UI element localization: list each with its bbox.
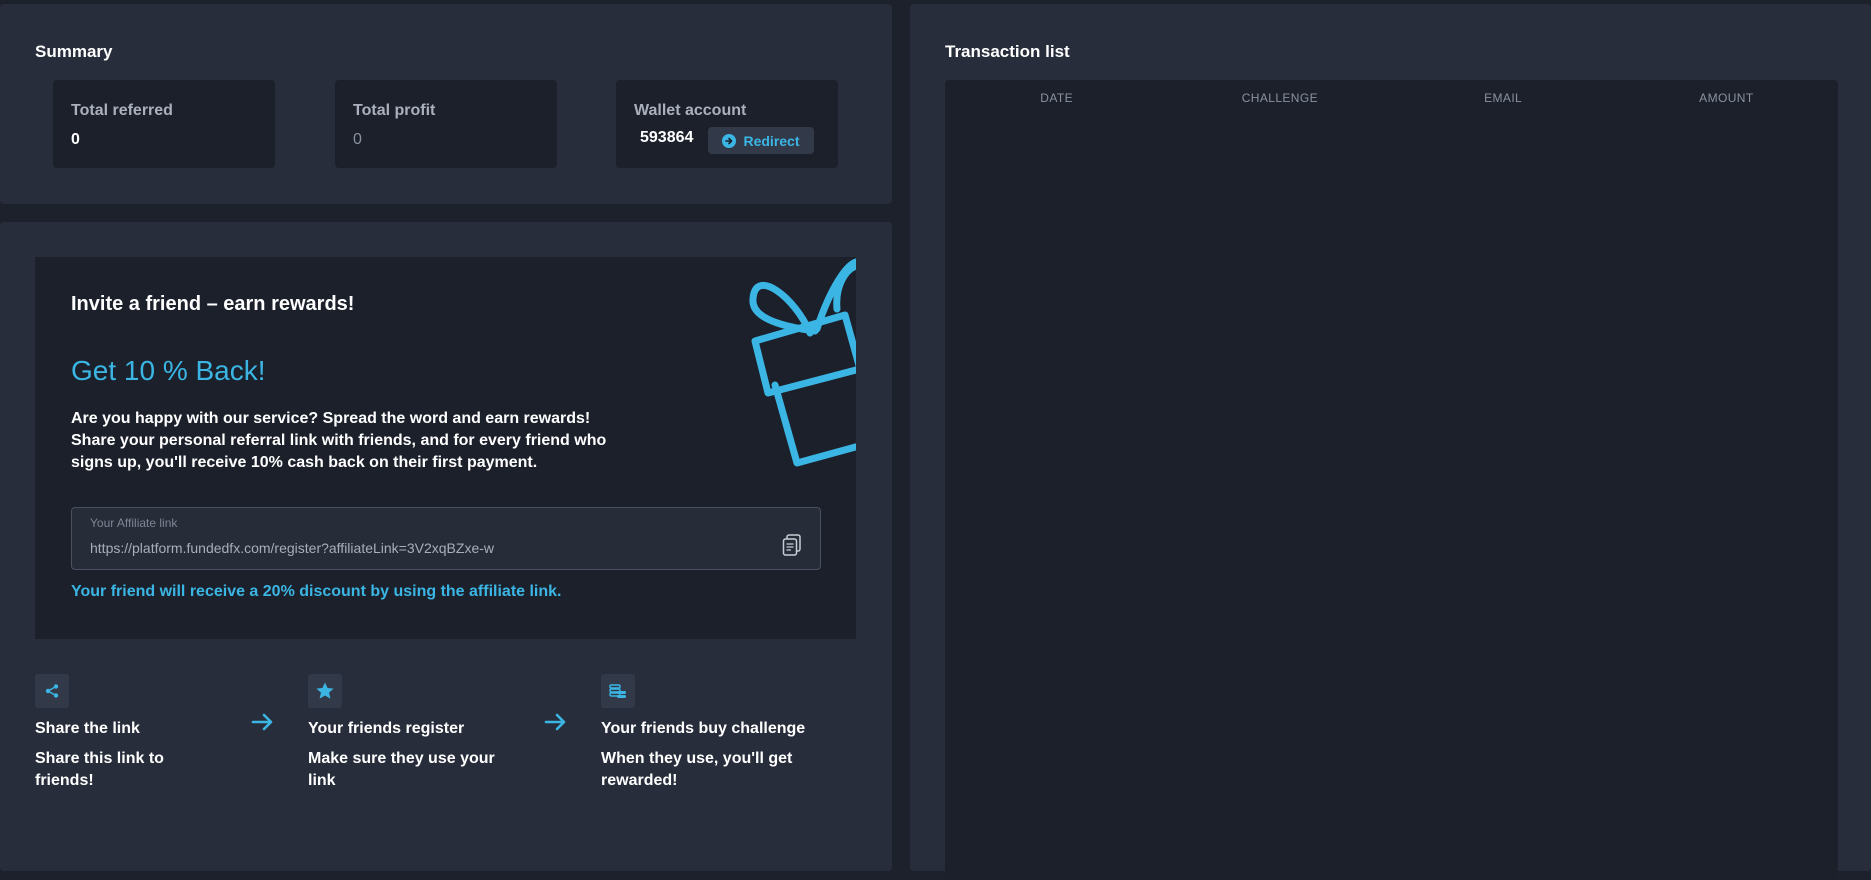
step-description: Share this link to friends! [35,750,164,789]
column-header-challenge[interactable]: CHALLENGE [1168,91,1391,105]
step-friends-register: Your friends register Make sure they use… [308,674,498,792]
copy-icon[interactable] [782,534,802,556]
column-header-amount[interactable]: AMOUNT [1615,91,1838,105]
arrow-right-icon [544,713,566,731]
coins-icon [601,674,635,708]
total-referred-value: 0 [71,131,80,148]
step-friends-buy-challenge: Your friends buy challenge When they use… [601,674,821,792]
total-referred-card: Total referred 0 [53,80,275,168]
total-profit-label: Total profit [353,102,436,119]
redirect-button[interactable]: Redirect [708,127,814,154]
step-title: Share the link [35,720,140,737]
affiliate-link-field[interactable]: Your Affiliate link https://platform.fun… [71,507,821,570]
affiliate-link-label: Your Affiliate link [90,516,178,530]
total-profit-value: 0 [353,131,362,148]
wallet-account-label: Wallet account [634,102,747,119]
transaction-table-header: DATE CHALLENGE EMAIL AMOUNT [945,80,1838,116]
summary-panel: Summary Total referred 0 Total profit 0 … [0,4,892,204]
star-icon [308,674,342,708]
gift-icon [749,258,856,467]
share-icon [35,674,69,708]
step-share-link: Share the link Share this link to friend… [35,674,185,792]
arrow-right-icon [251,713,273,731]
step-title: Your friends buy challenge [601,720,806,737]
step-description: Make sure they use your link [308,750,495,789]
wallet-account-value: 593864 [640,129,694,146]
total-profit-card: Total profit 0 [335,80,557,168]
invite-heading: Invite a friend – earn rewards! [71,293,355,315]
step-title: Your friends register [308,720,465,737]
cashback-title: Get 10 % Back! [71,355,266,386]
wallet-account-card: Wallet account 593864 Redirect [616,80,838,168]
redirect-button-label: Redirect [743,132,800,149]
column-header-date[interactable]: DATE [945,91,1168,105]
discount-note: Your friend will receive a 20% discount … [71,583,562,600]
affiliate-link-value[interactable]: https://platform.fundedfx.com/register?a… [90,540,494,556]
summary-title: Summary [35,42,113,61]
arrow-right-circle-icon [722,133,737,148]
invite-card: Invite a friend – earn rewards! Get 10 %… [35,257,856,639]
step-description: When they use, you'll get rewarded! [601,750,793,789]
transaction-table: DATE CHALLENGE EMAIL AMOUNT [945,80,1838,880]
transaction-list-title: Transaction list [945,42,1070,61]
column-header-email[interactable]: EMAIL [1392,91,1615,105]
total-referred-label: Total referred [71,102,173,119]
invite-panel: Invite a friend – earn rewards! Get 10 %… [0,222,892,871]
invite-description: Are you happy with our service? Spread t… [71,410,607,471]
transaction-list-panel: Transaction list DATE CHALLENGE EMAIL AM… [910,4,1871,880]
